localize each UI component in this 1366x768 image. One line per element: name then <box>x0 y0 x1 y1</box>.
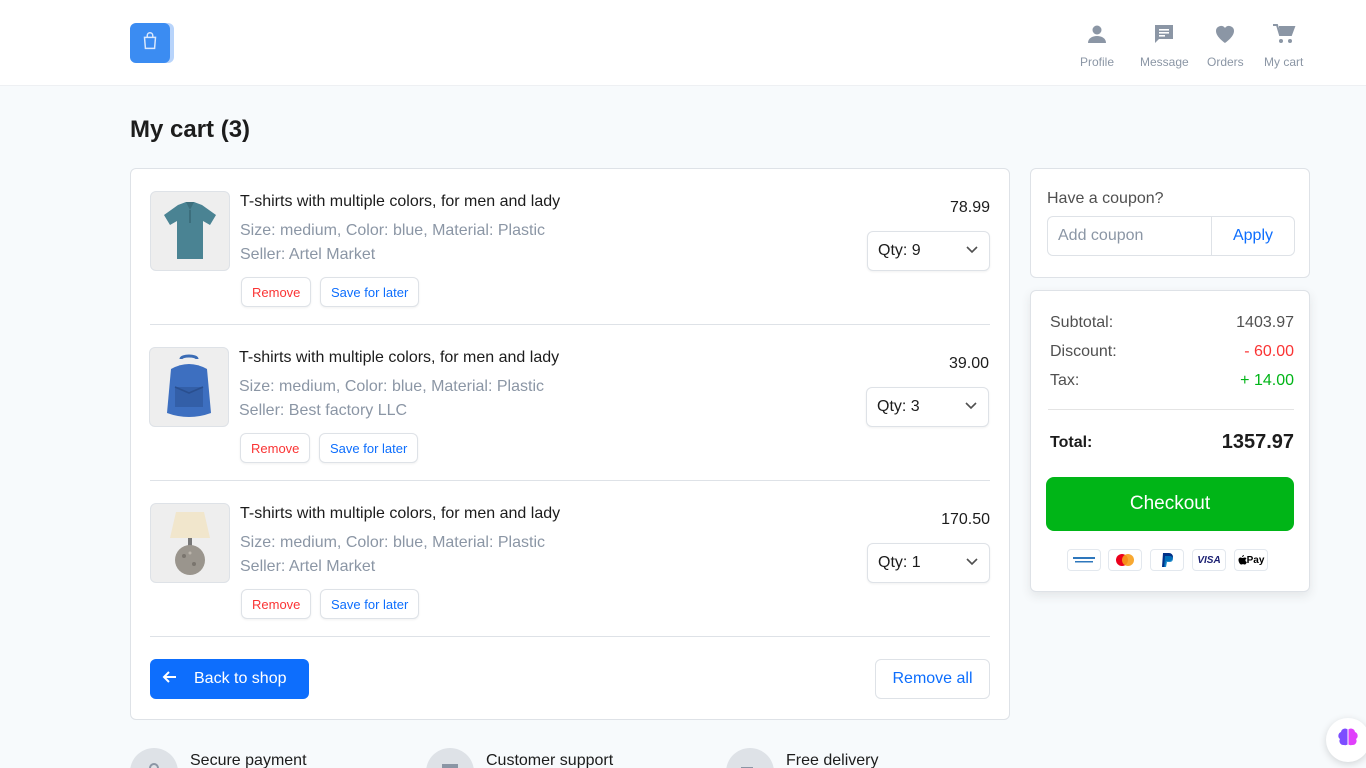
nav-orders[interactable]: Orders <box>1207 22 1244 69</box>
item-seller: Seller: Artel Market <box>240 558 376 575</box>
mastercard-icon <box>1108 549 1142 571</box>
nav-my-cart[interactable]: My cart <box>1264 22 1303 69</box>
subtotal-label: Subtotal: <box>1050 314 1114 331</box>
coupon-label: Have a coupon? <box>1047 190 1164 207</box>
chevron-down-icon <box>965 242 979 261</box>
logo[interactable] <box>130 23 170 63</box>
total-row: Total: 1357.97 <box>1050 431 1294 454</box>
chevron-down-icon <box>964 398 978 417</box>
item-title[interactable]: T-shirts with multiple colors, for men a… <box>240 193 560 211</box>
item-price: 39.00 <box>948 355 989 372</box>
discount-row: Discount: - 60.00 <box>1050 343 1294 361</box>
page-title: My cart (3) <box>130 116 251 143</box>
feature-secure-payment: Secure payment <box>130 748 307 768</box>
quantity-select[interactable]: Qty: 9 <box>867 231 990 271</box>
message-icon <box>426 748 474 768</box>
quantity-value: Qty: 3 <box>877 398 920 415</box>
item-title[interactable]: T-shirts with multiple colors, for men a… <box>239 349 559 367</box>
cart-item: T-shirts with multiple colors, for men a… <box>150 169 990 325</box>
feature-label: Free delivery <box>786 752 879 768</box>
discount-label: Discount: <box>1050 343 1117 360</box>
header: Profile Message Orders My cart <box>0 0 1366 86</box>
tax-row: Tax: + 14.00 <box>1050 372 1294 390</box>
feature-free-delivery: Free delivery <box>726 748 878 768</box>
truck-icon <box>726 748 774 768</box>
checkout-button[interactable]: Checkout <box>1046 477 1294 531</box>
item-seller: Seller: Best factory LLC <box>239 402 408 419</box>
item-details: Size: medium, Color: blue, Material: Pla… <box>240 534 545 551</box>
save-for-later-button[interactable]: Save for later <box>320 589 420 619</box>
remove-all-button[interactable]: Remove all <box>875 659 990 699</box>
save-for-later-button[interactable]: Save for later <box>320 277 420 307</box>
cart-icon <box>1272 22 1296 55</box>
apply-coupon-button[interactable]: Apply <box>1211 216 1295 256</box>
item-seller: Seller: Artel Market <box>240 246 376 263</box>
quantity-select[interactable]: Qty: 1 <box>867 543 990 583</box>
total-label: Total: <box>1050 433 1093 451</box>
amex-icon <box>1067 549 1101 571</box>
visa-icon: VISA <box>1192 549 1226 571</box>
remove-button[interactable]: Remove <box>241 277 312 307</box>
lamp-image <box>150 503 230 583</box>
item-title[interactable]: T-shirts with multiple colors, for men a… <box>240 505 560 523</box>
person-icon <box>1085 22 1109 55</box>
quantity-select[interactable]: Qty: 3 <box>866 387 989 427</box>
feature-label: Customer support <box>486 752 614 768</box>
cart-item: T-shirts with multiple colors, for men a… <box>150 481 990 637</box>
nav-label: My cart <box>1264 55 1304 69</box>
tax-label: Tax: <box>1050 372 1080 389</box>
apple-pay-label: Pay <box>1246 554 1265 566</box>
remove-button[interactable]: Remove <box>240 433 311 463</box>
shirt-image <box>150 191 230 271</box>
nav-message[interactable]: Message <box>1140 22 1189 69</box>
lock-icon <box>130 748 178 768</box>
cart-panel: T-shirts with multiple colors, for men a… <box>130 168 1010 720</box>
divider <box>1048 409 1294 410</box>
feature-customer-support: Customer support <box>426 748 613 768</box>
apple-pay-icon: Pay <box>1234 549 1268 571</box>
quantity-value: Qty: 1 <box>878 554 921 571</box>
arrow-left-icon <box>162 669 178 690</box>
message-icon <box>1152 22 1176 55</box>
shopping-bag-icon <box>139 30 161 57</box>
paypal-icon <box>1150 549 1184 571</box>
nav-label: Orders <box>1207 55 1244 69</box>
total-value: 1357.97 <box>1221 431 1294 453</box>
back-to-shop-button[interactable]: Back to shop <box>150 659 309 699</box>
chevron-down-icon <box>965 554 979 573</box>
coupon-input[interactable] <box>1047 216 1212 256</box>
discount-value: - 60.00 <box>1244 343 1294 360</box>
back-to-shop-label: Back to shop <box>194 670 287 687</box>
nav-label: Message <box>1140 55 1189 69</box>
cart-item: T-shirts with multiple colors, for men a… <box>149 325 990 481</box>
item-details: Size: medium, Color: blue, Material: Pla… <box>240 222 545 239</box>
save-for-later-button[interactable]: Save for later <box>319 433 419 463</box>
brain-icon <box>1337 727 1359 754</box>
tax-value: + 14.00 <box>1240 372 1294 389</box>
feature-label: Secure payment <box>190 752 307 768</box>
item-price: 78.99 <box>949 199 990 216</box>
item-details: Size: medium, Color: blue, Material: Pla… <box>239 378 544 395</box>
subtotal-value: 1403.97 <box>1236 314 1294 331</box>
order-summary: Subtotal: 1403.97 Discount: - 60.00 Tax:… <box>1030 290 1310 592</box>
heart-icon <box>1213 22 1237 55</box>
remove-button[interactable]: Remove <box>241 589 312 619</box>
quantity-value: Qty: 9 <box>878 242 921 259</box>
assistant-button[interactable] <box>1326 718 1366 762</box>
coupon-panel: Have a coupon? Apply <box>1030 168 1310 278</box>
nav-profile[interactable]: Profile <box>1080 22 1114 69</box>
nav-label: Profile <box>1080 55 1115 69</box>
subtotal-row: Subtotal: 1403.97 <box>1050 314 1294 332</box>
item-price: 170.50 <box>941 511 990 528</box>
backpack-image <box>149 347 229 427</box>
